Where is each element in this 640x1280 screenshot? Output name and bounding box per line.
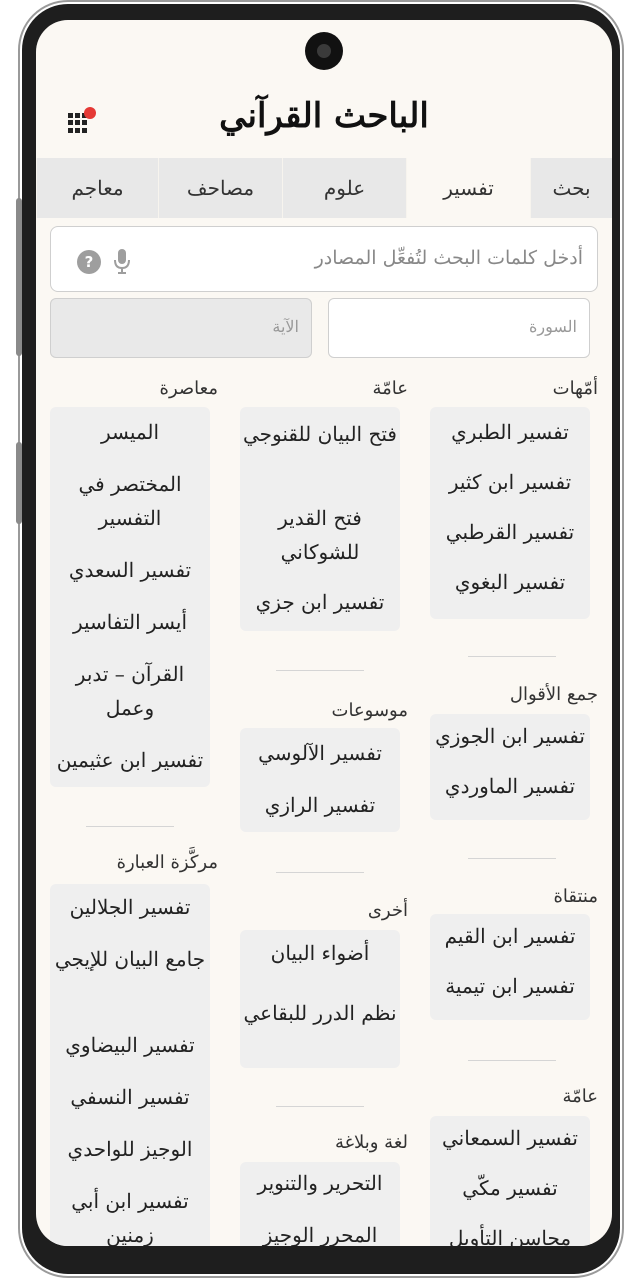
divider	[86, 826, 174, 827]
source-item[interactable]: فتح البيان للقنوجي	[240, 417, 400, 451]
source-item[interactable]: فتح القدير للشوكاني	[240, 501, 400, 569]
divider	[468, 1060, 556, 1061]
source-item[interactable]: تفسير الجلالين	[50, 890, 210, 924]
source-item[interactable]: تفسير ابن أبي زمنين	[50, 1184, 210, 1246]
source-item[interactable]: المحرر الوجيز	[240, 1218, 400, 1246]
source-item[interactable]: تفسير السعدي	[50, 553, 210, 587]
surah-field[interactable]: السورة	[328, 298, 590, 358]
group-card-jam-aqwal: تفسير ابن الجوزي تفسير الماوردي	[430, 714, 590, 820]
group-heading-amma: عامّة	[372, 378, 408, 399]
divider	[276, 1106, 364, 1107]
notification-dot-icon	[84, 107, 96, 119]
source-item[interactable]: تفسير البغوي	[430, 565, 590, 599]
group-card-mawsuat: تفسير الآلوسي تفسير الرازي	[240, 728, 400, 832]
source-item[interactable]: تفسير القرطبي	[430, 515, 590, 549]
divider	[276, 872, 364, 873]
search-input[interactable]: أدخل كلمات البحث لتُفعِّل المصادر ?	[50, 226, 598, 292]
tab-bar: بحث تفسير علوم مصاحف معاجم	[36, 158, 612, 218]
source-item[interactable]: تفسير البيضاوي	[50, 1028, 210, 1062]
tab-masahif[interactable]: مصاحف	[158, 158, 282, 218]
source-item[interactable]: أيسر التفاسير	[50, 605, 210, 639]
camera-icon	[305, 32, 343, 70]
tab-tafsir[interactable]: تفسير	[406, 158, 530, 218]
group-heading-muasira: معاصرة	[159, 378, 218, 399]
group-card-muntaqa: تفسير ابن القيم تفسير ابن تيمية	[430, 914, 590, 1020]
source-item[interactable]: تفسير السمعاني	[430, 1121, 590, 1155]
source-item[interactable]: الميسر	[50, 415, 210, 449]
source-item[interactable]: تفسير ابن القيم	[430, 919, 590, 953]
group-card-amma: فتح البيان للقنوجي فتح القدير للشوكاني ت…	[240, 407, 400, 631]
group-heading-ukhra: أخرى	[367, 900, 408, 921]
surah-placeholder: السورة	[529, 317, 577, 336]
group-heading-murakkaza: مركَّزة العبارة	[116, 852, 218, 873]
tab-maajim[interactable]: معاجم	[36, 158, 158, 218]
group-heading-ummahat: أمّهات	[552, 378, 598, 399]
divider	[468, 858, 556, 859]
source-item[interactable]: تفسير مكّي	[430, 1171, 590, 1205]
source-item[interactable]: تفسير ابن الجوزي	[430, 719, 590, 753]
source-item[interactable]: تفسير ابن تيمية	[430, 969, 590, 1003]
source-item[interactable]: نظم الدرر للبقاعي	[240, 996, 400, 1030]
source-item[interactable]: التحرير والتنوير	[240, 1166, 400, 1200]
source-item[interactable]: تفسير ابن جزي	[240, 585, 400, 619]
tab-uloom[interactable]: علوم	[282, 158, 406, 218]
search-placeholder: أدخل كلمات البحث لتُفعِّل المصادر	[314, 247, 583, 269]
tab-search[interactable]: بحث	[530, 158, 612, 218]
group-heading-muntaqa: منتقاة	[553, 886, 598, 907]
source-item[interactable]: المختصر في التفسير	[50, 467, 210, 535]
ayah-placeholder: الآية	[272, 317, 299, 336]
source-item[interactable]: تفسير الطبري	[430, 415, 590, 449]
source-item[interactable]: الوجيز للواحدي	[50, 1132, 210, 1166]
group-heading-amma: عامّة	[562, 1086, 598, 1107]
source-item[interactable]: تفسير الماوردي	[430, 769, 590, 803]
source-item[interactable]: تفسير ابن عثيمين	[50, 743, 210, 777]
divider	[276, 670, 364, 671]
group-card-murakkaza: تفسير الجلالين جامع البيان للإيجي تفسير …	[50, 884, 210, 1246]
source-item[interactable]: تفسير ابن كثير	[430, 465, 590, 499]
source-item[interactable]: محاسن التأويل	[430, 1221, 590, 1246]
group-card-lugha: التحرير والتنوير المحرر الوجيز	[240, 1162, 400, 1246]
app-screen: الباحث القرآني بحث تفسير علوم مصاحف معاج…	[36, 20, 612, 1246]
group-card-ukhra: أضواء البيان نظم الدرر للبقاعي	[240, 930, 400, 1068]
source-item[interactable]: القرآن – تدبر وعمل	[50, 657, 210, 725]
app-title: الباحث القرآني	[219, 96, 429, 136]
group-card-ummahat: تفسير الطبري تفسير ابن كثير تفسير القرطب…	[430, 407, 590, 619]
microphone-icon[interactable]	[113, 248, 131, 274]
group-heading-mawsuat: موسوعات	[331, 700, 409, 721]
group-card-muasira: الميسر المختصر في التفسير تفسير السعدي أ…	[50, 407, 210, 787]
help-icon[interactable]: ?	[77, 250, 101, 274]
group-heading-lugha: لغة وبلاغة	[334, 1132, 408, 1153]
source-item[interactable]: تفسير الرازي	[240, 788, 400, 822]
source-item[interactable]: جامع البيان للإيجي	[50, 942, 210, 976]
ayah-field[interactable]: الآية	[50, 298, 312, 358]
source-item[interactable]: تفسير الآلوسي	[240, 736, 400, 770]
group-card-amma: تفسير السمعاني تفسير مكّي محاسن التأويل	[430, 1116, 590, 1246]
source-item[interactable]: تفسير النسفي	[50, 1080, 210, 1114]
divider	[468, 656, 556, 657]
source-item[interactable]: أضواء البيان	[240, 936, 400, 970]
group-heading-jam-aqwal: جمع الأقوال	[509, 684, 598, 705]
